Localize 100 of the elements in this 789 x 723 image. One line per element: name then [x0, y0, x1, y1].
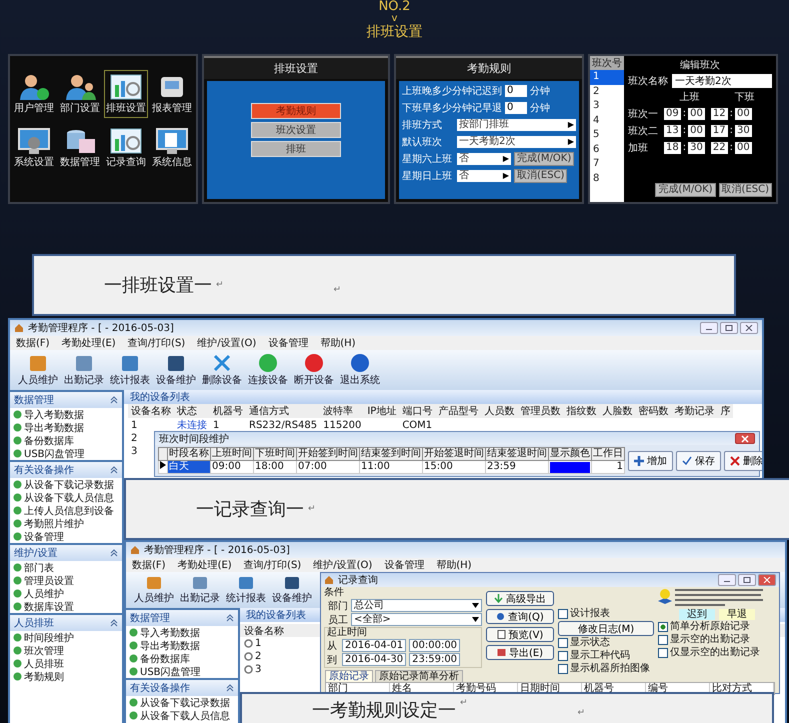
sidebar-item[interactable]: 时间段维护	[10, 631, 122, 644]
list-item[interactable]: 7	[590, 157, 624, 172]
toolbar-button[interactable]: 出勤记录	[62, 353, 106, 387]
menu-item[interactable]: 帮助(H)	[320, 336, 356, 350]
select-field[interactable]: 一天考勤2次 ▶	[457, 136, 576, 148]
sidebar-item[interactable]: 人员维护	[10, 587, 122, 600]
time-field[interactable]: 12	[710, 108, 728, 120]
toolbar-button[interactable]: 设备维护	[270, 575, 314, 605]
sidebar-item[interactable]: 导出考勤数据	[126, 639, 238, 652]
date-field[interactable]: 2016-04-01	[342, 639, 406, 652]
sidebar-item[interactable]: 设备管理	[10, 530, 122, 543]
sidebar-group-header[interactable]: 维护/设置	[10, 543, 122, 561]
input-field[interactable]: 一天考勤2次	[672, 74, 772, 88]
tab[interactable]: 原始记录简单分析	[375, 670, 463, 682]
sidebar-item[interactable]: 班次管理	[10, 644, 122, 657]
menu-tile[interactable]: 数据管理	[58, 124, 102, 172]
time-field[interactable]: 17	[710, 124, 728, 136]
dialog-button[interactable]: 查询(Q)	[486, 609, 554, 624]
menu-button[interactable]: 取消(ESC)	[514, 169, 568, 183]
menu-item[interactable]: 帮助(H)	[436, 558, 472, 572]
sidebar-item[interactable]: 考勤规则	[10, 670, 122, 683]
time-field[interactable]: 30	[688, 142, 705, 154]
menu-button[interactable]: 完成(M/OK)	[514, 152, 574, 166]
sidebar-item[interactable]: 备份数据库	[126, 652, 238, 665]
checkbox[interactable]: 简单分析原始记录	[658, 621, 776, 633]
dropdown-field[interactable]: 总公司	[351, 599, 482, 612]
list-item[interactable]: 6	[590, 142, 624, 157]
select-field[interactable]: 否 ▶	[457, 170, 511, 182]
list-item[interactable]: 2	[590, 84, 624, 99]
tab[interactable]: 原始记录	[325, 670, 373, 682]
menu-item[interactable]: 设备管理	[268, 336, 308, 350]
sidebar-item[interactable]: 导入考勤数据	[10, 408, 122, 421]
time-field[interactable]: 00	[734, 142, 752, 154]
menu-item[interactable]: 考勤处理(E)	[178, 558, 232, 572]
menu-button[interactable]: 取消(ESC)	[718, 183, 772, 197]
time-field[interactable]: 23:59:00	[409, 653, 460, 666]
time-field[interactable]: 09	[664, 108, 681, 120]
menu-option[interactable]: 排班	[251, 141, 341, 157]
sidebar-item[interactable]: 从设备下载人员信息	[10, 491, 122, 504]
sidebar-item[interactable]: 考勤照片维护	[10, 517, 122, 530]
sidebar-item[interactable]: 从设备下载记录数据	[126, 696, 238, 709]
menu-button[interactable]: 完成(M/OK)	[655, 183, 716, 197]
sidebar-item[interactable]: 导入考勤数据	[126, 626, 238, 639]
toolbar-button[interactable]: 统计报表	[224, 575, 268, 605]
list-item[interactable]: 4	[590, 114, 624, 128]
sidebar-group-header[interactable]: 数据管理	[126, 608, 238, 626]
menu-tile[interactable]: 系统设置	[12, 124, 56, 172]
maximize-button[interactable]	[738, 574, 756, 586]
time-field[interactable]: 00	[734, 108, 752, 120]
menu-tile[interactable]: 用户管理	[12, 70, 56, 118]
menu-tile[interactable]: 报表管理	[150, 70, 194, 118]
list-item[interactable]: 8	[590, 172, 624, 186]
sidebar-group-header[interactable]: 数据管理	[10, 390, 122, 408]
menu-item[interactable]: 查询/打印(S)	[244, 558, 302, 572]
sidebar-item[interactable]: USB闪盘管理	[10, 447, 122, 460]
menu-item[interactable]: 考勤处理(E)	[62, 336, 116, 350]
checkbox[interactable]: 显示工种代码	[558, 650, 654, 662]
select-field[interactable]: 按部门排班 ▶	[457, 119, 576, 131]
list-item[interactable]: 3	[590, 99, 624, 114]
select-field[interactable]: 否 ▶	[457, 153, 511, 165]
menu-tile[interactable]: 排班设置	[104, 70, 148, 118]
time-field[interactable]: 00	[688, 108, 705, 120]
menu-item[interactable]: 数据(F)	[16, 336, 50, 350]
time-field[interactable]: 00:00:00	[409, 639, 460, 652]
list-item[interactable]: 5	[590, 128, 624, 142]
sidebar-item[interactable]: 从设备下载记录数据	[10, 478, 122, 491]
toolbar-button[interactable]: 设备维护	[154, 353, 198, 387]
dialog-button[interactable]: 预览(V)	[486, 627, 554, 642]
checkbox[interactable]: 显示空的出勤记录	[658, 634, 776, 646]
toolbar-button[interactable]: 断开设备	[292, 353, 336, 387]
input-field[interactable]: 0	[505, 85, 527, 97]
sidebar-item[interactable]: 管理员设置	[10, 574, 122, 587]
minimize-button[interactable]	[700, 322, 718, 334]
menu-item[interactable]: 维护/设置(O)	[197, 336, 256, 350]
menu-tile[interactable]: 部门设置	[58, 70, 102, 118]
sidebar-item[interactable]: 备份数据库	[10, 434, 122, 447]
sidebar-group-header[interactable]: 有关设备操作	[126, 678, 238, 696]
sidebar-item[interactable]: 导出考勤数据	[10, 421, 122, 434]
sidebar-item[interactable]: 数据库设置	[10, 600, 122, 613]
dialog-button[interactable]: 增加	[628, 450, 673, 470]
checkbox[interactable]: 设计报表	[558, 608, 654, 620]
menu-item[interactable]: 查询/打印(S)	[128, 336, 186, 350]
dialog-button[interactable]: 高级导出	[486, 591, 554, 606]
time-field[interactable]: 13	[664, 124, 681, 136]
close-button[interactable]	[758, 574, 776, 586]
sidebar-item[interactable]: 从设备下载人员信息	[126, 709, 238, 722]
time-field[interactable]: 22	[710, 142, 728, 154]
toolbar-button[interactable]: 退出系统	[338, 353, 382, 387]
sidebar-item[interactable]: 人员排班	[10, 657, 122, 670]
close-button[interactable]	[740, 322, 758, 334]
menu-item[interactable]: 数据(F)	[132, 558, 166, 572]
time-field[interactable]: 30	[734, 124, 752, 136]
menu-option[interactable]: 班次设置	[251, 122, 341, 138]
checkbox[interactable]: 仅显示空的出勤记录	[658, 647, 776, 659]
menu-tile[interactable]: 记录查询	[104, 124, 148, 172]
dialog-button[interactable]: 保存	[676, 450, 721, 470]
list-item[interactable]: 1	[590, 70, 624, 84]
sidebar-group-header[interactable]: 人员排班	[10, 613, 122, 631]
input-field[interactable]: 0	[505, 102, 527, 114]
menu-item[interactable]: 维护/设置(O)	[313, 558, 372, 572]
